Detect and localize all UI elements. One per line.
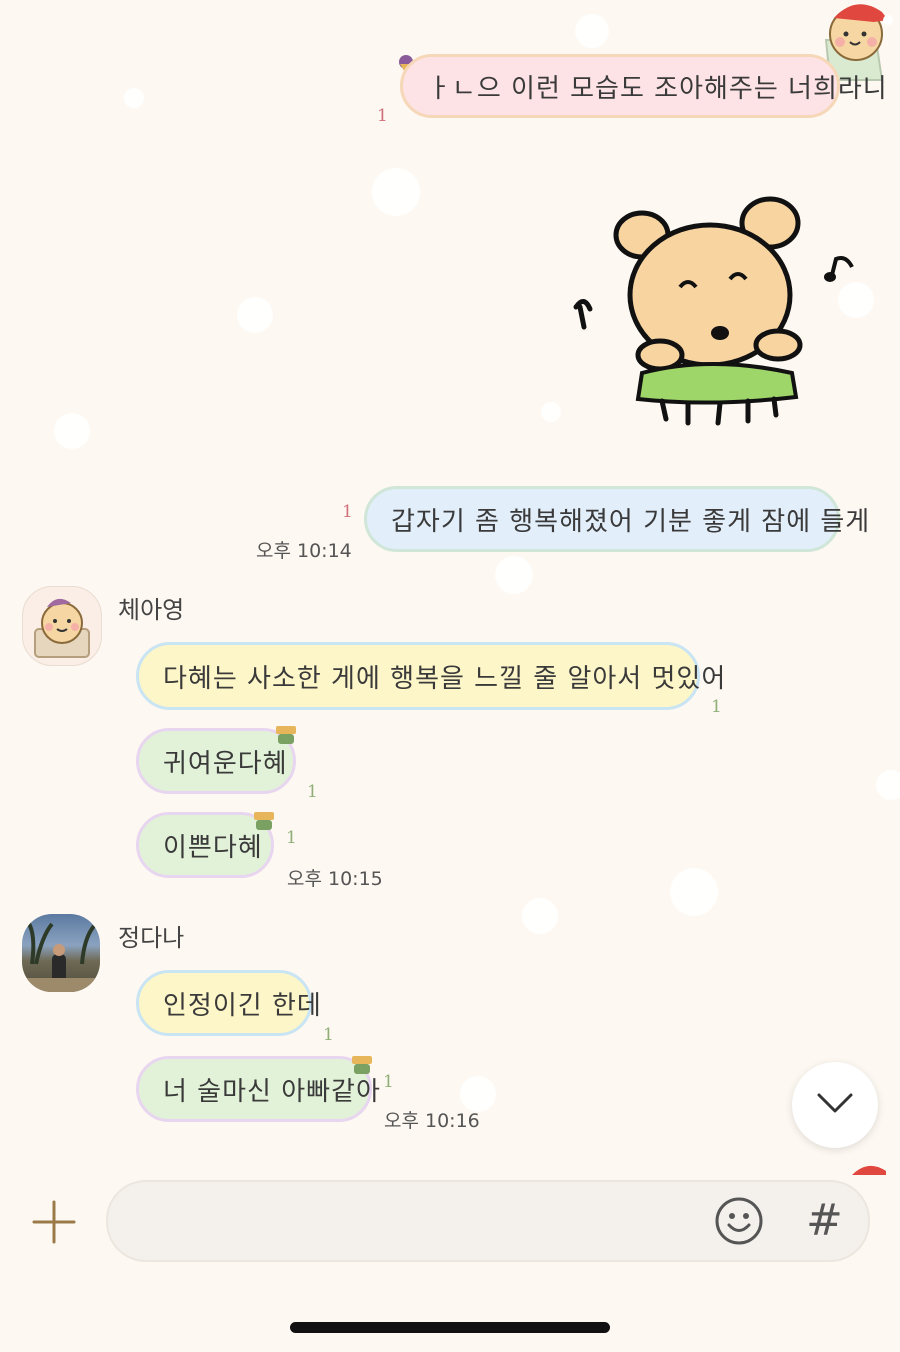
add-attachment-button[interactable] bbox=[30, 1198, 78, 1246]
unread-count: 1 bbox=[377, 106, 388, 126]
unread-count: 1 bbox=[342, 502, 353, 522]
home-indicator bbox=[290, 1322, 610, 1333]
message-text: 너 술마신 아빠같아 bbox=[163, 1076, 381, 1107]
incoming-message[interactable]: 너 술마신 아빠같아 bbox=[136, 1056, 380, 1122]
avatar[interactable] bbox=[22, 586, 102, 666]
message-text: 다혜는 사소한 게에 행복을 느낄 줄 알아서 멋있어 bbox=[163, 663, 727, 694]
snow-dot bbox=[237, 297, 273, 333]
mitten-icon bbox=[350, 1054, 374, 1080]
snow-dot bbox=[54, 413, 90, 449]
mitten-icon bbox=[274, 724, 298, 750]
snow-dot bbox=[372, 168, 420, 216]
snow-dot bbox=[670, 868, 718, 916]
message-text: ㅏㄴ으 이런 모습도 조아해주는 너희라니 bbox=[427, 73, 888, 104]
message-text: 이쁜다혜 bbox=[163, 832, 263, 863]
hashtag-search-button[interactable]: # bbox=[806, 1196, 843, 1246]
snow-dot bbox=[541, 402, 561, 422]
snow-dot bbox=[522, 898, 558, 934]
unread-count: 1 bbox=[711, 697, 722, 717]
unread-count: 1 bbox=[323, 1025, 334, 1045]
unread-count: 1 bbox=[307, 782, 318, 802]
message-text: 인정이긴 한데 bbox=[163, 990, 322, 1021]
outgoing-message[interactable]: 갑자기 좀 행복해졌어 기분 좋게 잠에 들게 bbox=[364, 486, 869, 552]
message-text: 갑자기 좀 행복해졌어 기분 좋게 잠에 들게 bbox=[391, 506, 871, 537]
mitten-icon bbox=[252, 810, 276, 836]
message-text: 귀여운다혜 bbox=[163, 748, 288, 779]
sender-name: 정다나 bbox=[118, 924, 185, 952]
snow-dot bbox=[575, 14, 609, 48]
dancing-bear-sticker[interactable] bbox=[570, 195, 860, 435]
incoming-message[interactable]: 다혜는 사소한 게에 행복을 느낄 줄 알아서 멋있어 bbox=[136, 642, 725, 710]
scroll-to-bottom-button[interactable] bbox=[792, 1062, 878, 1148]
santa-hat-sticker bbox=[848, 1160, 888, 1179]
chevron-down-icon bbox=[815, 1091, 855, 1119]
emoji-button[interactable] bbox=[714, 1196, 764, 1246]
sender-name: 체아영 bbox=[118, 596, 185, 624]
plus-icon bbox=[30, 1200, 78, 1250]
incoming-message[interactable]: 귀여운다혜 bbox=[136, 728, 296, 794]
avatar[interactable] bbox=[22, 914, 100, 992]
message-time: 오후 10:14 bbox=[256, 540, 352, 562]
unread-count: 1 bbox=[286, 828, 297, 848]
smiley-icon bbox=[714, 1197, 764, 1250]
incoming-message[interactable]: 인정이긴 한데 bbox=[136, 970, 321, 1036]
snow-dot bbox=[876, 770, 900, 800]
unread-count: 1 bbox=[383, 1072, 394, 1092]
message-time: 오후 10:16 bbox=[384, 1110, 480, 1132]
outgoing-message[interactable]: ㅏㄴ으 이런 모습도 조아해주는 너희라니 bbox=[400, 54, 887, 118]
message-time: 오후 10:15 bbox=[287, 868, 383, 890]
snow-dot bbox=[495, 556, 533, 594]
snow-dot bbox=[124, 88, 144, 108]
